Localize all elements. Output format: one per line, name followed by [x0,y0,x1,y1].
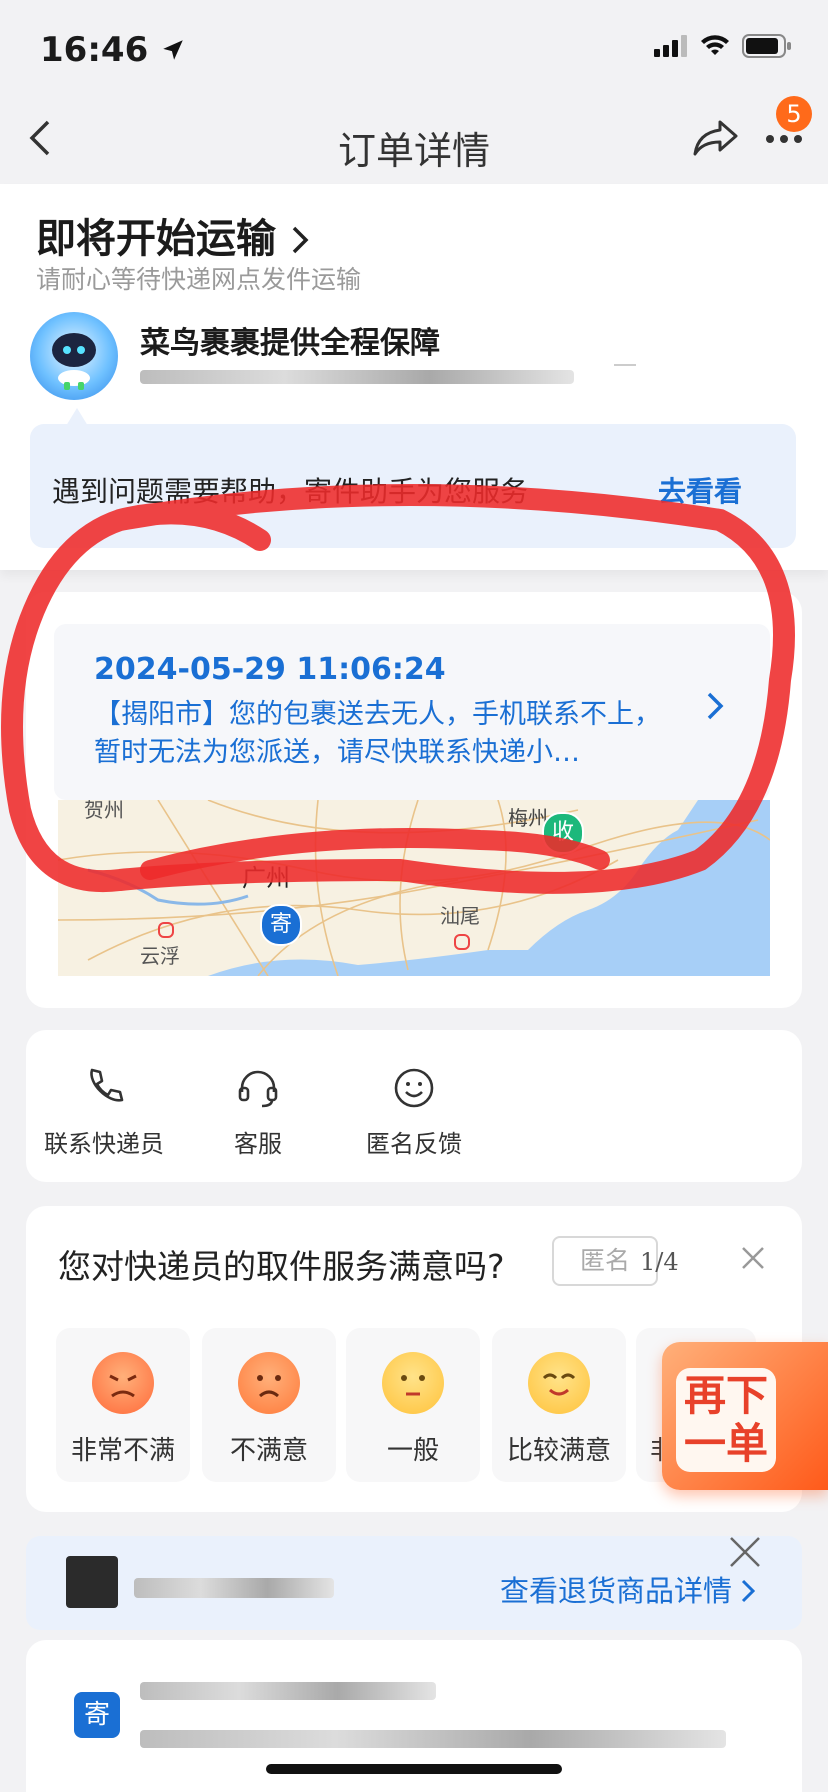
location-arrow-icon [163,40,183,60]
share-icon [693,120,738,156]
close-icon [730,1537,760,1567]
rating-very-dissatisfied[interactable]: 非常不满 [56,1328,190,1482]
home-indicator [266,1764,562,1774]
rating-satisfied[interactable]: 比较满意 [492,1328,626,1482]
notification-badge: 5 [776,96,812,132]
guarantee-title: 菜鸟裹裹提供全程保障 [140,326,440,361]
bubble-pointer [66,408,88,426]
close-icon [742,1247,764,1269]
angry-face-icon [92,1352,154,1414]
redacted-text [134,1578,334,1598]
more-button[interactable] [764,130,804,149]
chevron-right-icon [742,1579,756,1603]
rating-neutral[interactable]: 一般 [346,1328,480,1482]
share-button[interactable] [692,116,740,162]
survey-close-button[interactable] [740,1240,766,1280]
return-details-link[interactable]: 查看退货商品详情 [500,1568,756,1610]
phone-icon [90,1068,124,1102]
survey-question: 您对快递员的取件服务满意吗? [58,1247,505,1286]
wifi-icon [701,35,729,55]
survey-pager: 1/4 [640,1248,679,1276]
chevron-right-icon [292,226,309,254]
red-annotation-circle [1,484,795,894]
contact-courier-button[interactable]: 联系快递员 [34,1066,174,1159]
redacted-text [140,1730,726,1748]
redacted-text [140,370,574,384]
sender-badge: 寄 [74,1692,120,1738]
smile-icon [394,1068,434,1108]
battery-icon [742,34,791,58]
status-subtitle: 请耐心等待快递网点发件运输 [36,265,362,294]
neutral-face-icon [382,1352,444,1414]
rating-dissatisfied[interactable]: 不满意 [202,1328,336,1482]
status-time: 16:46 [40,30,186,70]
status-icons [654,34,792,58]
cainiao-bot-avatar [30,312,118,400]
reorder-button[interactable]: 再下一单 [676,1368,776,1472]
customer-service-button[interactable]: 客服 [188,1066,328,1159]
sad-face-icon [238,1352,300,1414]
signal-icon [654,35,687,57]
redacted-text [140,1682,436,1700]
product-thumbnail [66,1556,118,1608]
float-close-button[interactable] [728,1526,762,1580]
more-icon [766,135,802,143]
shipping-status[interactable]: 即将开始运输 [36,206,310,264]
headset-icon [238,1070,278,1108]
happy-face-icon [528,1352,590,1414]
anonymous-feedback-button[interactable]: 匿名反馈 [344,1066,484,1159]
redacted-text [614,364,636,366]
